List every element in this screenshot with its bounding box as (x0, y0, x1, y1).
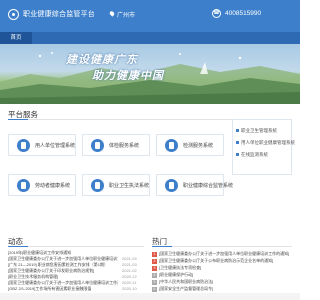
news-date: 2020-11 (122, 280, 137, 285)
service-card-label: 职业卫生执法系统 (109, 183, 150, 189)
hot-item-text: [国家卫生健康委办公厅关于公布职业病防治示范企业名单的通知] (159, 258, 274, 263)
location-selector[interactable]: 广州市 (117, 10, 135, 19)
side-link-label: 用人单位职业健康管理系统 (241, 140, 295, 145)
rank-badge: 5 (152, 280, 157, 285)
bullet-icon (236, 153, 239, 157)
news-date: 2021-02 (122, 268, 137, 273)
bullet-icon (236, 141, 239, 145)
location-pin-icon (108, 10, 116, 17)
hot-item-text: [职业健康保护行动] (159, 272, 194, 277)
shield-icon (165, 179, 178, 192)
news-date: 2020-10 (122, 286, 137, 291)
side-links-panel: 职业卫生管理系统 用人单位职业健康管理系统 在线监测系统 (232, 119, 295, 175)
hot-item-text: [卫生健康执法专项检查] (159, 265, 202, 270)
stethoscope-icon (91, 139, 104, 152)
news-item[interactable]: [GBZ 2/1-2019]工作场所有害因素职业接触限值 (8, 286, 118, 292)
divider (8, 246, 144, 247)
rank-badge: 6 (152, 287, 157, 292)
service-card-label: 劳动者健康系统 (35, 183, 71, 189)
section-marker (152, 245, 172, 247)
site-title[interactable]: 职业健康综合监管平台 (23, 9, 95, 19)
nav-item-3[interactable] (120, 32, 150, 44)
service-card-checkup[interactable]: 体检服务系统 (82, 134, 150, 156)
rank-badge: 4 (152, 273, 157, 278)
person-icon (17, 179, 30, 192)
divider (152, 246, 292, 247)
service-card-supervision[interactable]: 职业健康综合监管系统 (156, 174, 233, 196)
service-card-testing[interactable]: 检测服务系统 (156, 134, 224, 156)
phone-number: 4008515990 (225, 10, 262, 17)
service-card-enforcement[interactable]: 职业卫生执法系统 (82, 174, 150, 196)
gavel-icon (91, 179, 104, 192)
side-link[interactable]: 用人单位职业健康管理系统 (236, 140, 295, 146)
building-icon (17, 139, 30, 152)
side-link[interactable]: 在线监测系统 (236, 152, 268, 158)
phone-icon: ☎ (212, 9, 221, 18)
hot-item-text: [中华人民共和国职业病防治法] (159, 279, 214, 284)
section-marker (8, 118, 28, 120)
hot-item[interactable]: 6 [国家安全生产监督管理总局令] (152, 286, 292, 292)
hero-slogan-line2: 助力健康中国 (92, 69, 164, 82)
side-link-label: 在线监测系统 (241, 152, 268, 157)
rank-badge: 1 (152, 252, 157, 257)
hot-item[interactable]: 2 [国家卫生健康委办公厅关于公布职业病防治示范企业名单的通知] (152, 258, 292, 264)
service-card-worker[interactable]: 劳动者健康系统 (8, 174, 76, 196)
rank-badge: 2 (152, 259, 157, 264)
hot-item-text: [国家卫生健康委办公厅关于进一步加强用人单位职业健康培训工作的通知] (159, 251, 290, 256)
section-marker (8, 245, 28, 247)
rank-badge: 3 (152, 266, 157, 271)
flask-icon (165, 139, 178, 152)
news-date: 2020-12 (122, 274, 137, 279)
footer-strip (0, 293, 300, 300)
hot-item[interactable]: 4 [职业健康保护行动] (152, 272, 292, 278)
top-header: 职业健康综合监管平台 广州市 ☎ 4008515990 (0, 0, 300, 32)
hot-item[interactable]: 3 [卫生健康执法专项检查] (152, 265, 292, 271)
nav-item-home[interactable]: 首页 (0, 32, 32, 44)
hot-item-text: [国家安全生产监督管理总局令] (159, 286, 214, 291)
hot-item[interactable]: 1 [国家卫生健康委办公厅关于进一步加强用人单位职业健康培训工作的通知] (152, 251, 292, 257)
hero-slogan-line1: 建设健康广东 (66, 53, 138, 66)
service-card-label: 检测服务系统 (183, 143, 214, 149)
side-link[interactable]: 职业卫生管理系统 (236, 128, 277, 134)
service-card-label: 体检服务系统 (109, 143, 140, 149)
service-card-label: 职业健康综合监管系统 (183, 183, 234, 189)
side-link-label: 职业卫生管理系统 (241, 128, 277, 133)
news-date: 2021-04 (122, 256, 137, 261)
bullet-icon (236, 129, 239, 133)
news-date: 2021-03 (122, 262, 137, 267)
logo-icon (8, 9, 19, 20)
service-card-employer[interactable]: 用人单位管理系统 (8, 134, 76, 156)
hero-banner: 建设健康广东 助力健康中国 (0, 44, 300, 104)
main-nav: 首页 (0, 32, 300, 44)
hot-item[interactable]: 5 [中华人民共和国职业病防治法] (152, 279, 292, 285)
nav-item-2[interactable] (60, 32, 90, 44)
service-card-label: 用人单位管理系统 (35, 143, 76, 149)
